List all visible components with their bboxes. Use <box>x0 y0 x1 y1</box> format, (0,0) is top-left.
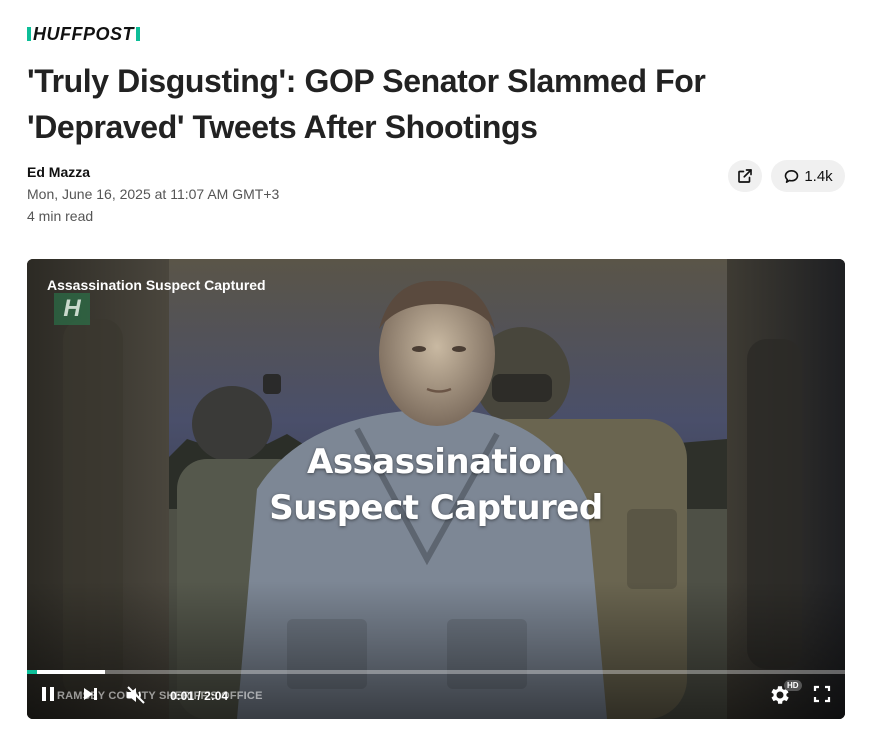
logo-left-bar <box>27 27 31 41</box>
fullscreen-icon <box>813 685 831 703</box>
logo-text: HUFFPOST <box>33 24 134 44</box>
video-controls: RAMSEY COUNTY SHERIFF'S OFFICE 0:01 / 2:… <box>27 679 845 713</box>
video-overlay-title: Assassination Suspect Captured <box>269 442 603 528</box>
video-player[interactable]: Assassination Suspect Captured H Assassi… <box>27 259 845 719</box>
pause-button[interactable] <box>39 685 57 703</box>
share-external-icon <box>738 169 752 183</box>
comments-button[interactable]: 1.4k <box>771 160 845 192</box>
channel-badge: H <box>54 293 90 325</box>
next-icon <box>84 688 97 700</box>
pause-icon <box>42 687 54 701</box>
huffpost-logo[interactable]: HUFFPOST <box>27 25 140 43</box>
author-name[interactable]: Ed Mazza <box>27 161 279 183</box>
article-headline: 'Truly Disgusting': GOP Senator Slammed … <box>27 63 706 145</box>
video-title: Assassination Suspect Captured <box>47 277 266 293</box>
read-time: 4 min read <box>27 208 94 224</box>
mute-button[interactable] <box>125 685 147 705</box>
comment-count: 1.4k <box>804 167 833 185</box>
article-page: HUFFPOST 'Truly Disgusting': GOP Senator… <box>0 0 875 732</box>
publish-date: Mon, June 16, 2025 at 11:07 AM GMT+3 <box>27 186 280 202</box>
fullscreen-button[interactable] <box>813 685 831 703</box>
video-time: 0:01 / 2:04 <box>170 689 228 703</box>
video-progress-bar[interactable] <box>27 670 845 674</box>
share-button[interactable] <box>728 160 762 192</box>
muted-volume-icon <box>127 686 145 704</box>
byline: Ed Mazza Mon, June 16, 2025 at 11:07 AM … <box>27 161 279 227</box>
logo-right-bar <box>136 27 140 41</box>
next-button[interactable] <box>81 685 99 703</box>
comment-bubble-icon <box>785 169 799 183</box>
hd-badge: HD <box>784 680 802 691</box>
time-separator: / <box>197 689 201 703</box>
progress-fill <box>27 670 105 674</box>
current-time: 0:01 <box>170 689 195 703</box>
progress-accent <box>27 670 37 674</box>
duration: 2:04 <box>204 689 229 703</box>
